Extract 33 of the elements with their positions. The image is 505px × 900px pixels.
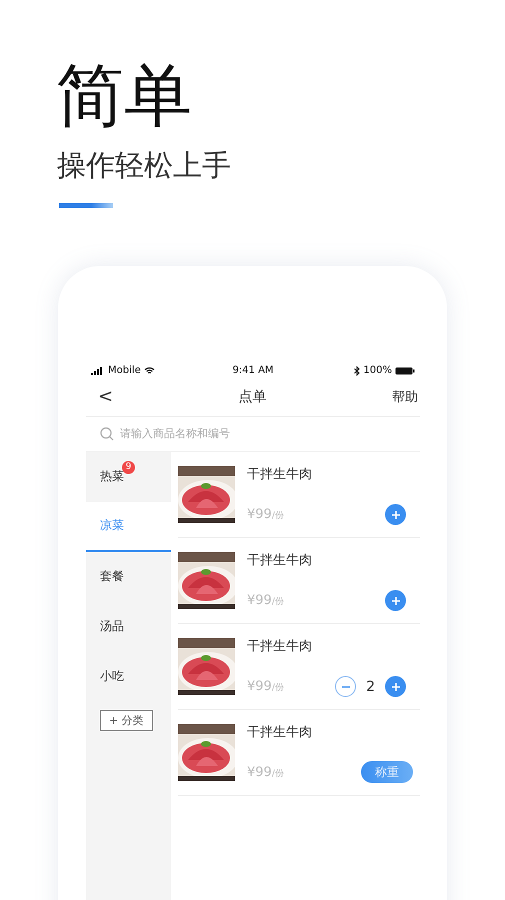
bluetooth-icon (354, 366, 360, 376)
add-category-button[interactable]: + 分类 (100, 710, 153, 731)
carrier-label: Mobile (108, 365, 141, 376)
wifi-icon (144, 366, 155, 375)
dish-name: 干拌生牛肉 (247, 552, 313, 570)
search-icon (100, 426, 114, 441)
search-field[interactable]: 请输入商品名称和编号 (120, 427, 420, 440)
count-badge: 9 (122, 460, 135, 474)
page-title: 点单 (238, 388, 267, 406)
add-button[interactable] (385, 676, 406, 698)
decrease-button[interactable] (335, 676, 356, 698)
headline: 简单 (56, 58, 193, 136)
add-button[interactable] (385, 590, 406, 612)
battery-percent: 100% (363, 365, 392, 376)
plus-icon (390, 682, 400, 692)
battery-icon (394, 366, 415, 375)
subtitle: 操作轻松上手 (57, 148, 232, 183)
quantity: 2 (366, 678, 375, 695)
signal-icon (91, 366, 105, 375)
dish-name: 干拌生牛肉 (247, 724, 313, 742)
status-time: 9:41 AM (232, 365, 274, 376)
add-button[interactable] (385, 504, 406, 526)
dish-price: ¥99/份 (247, 593, 284, 608)
back-button[interactable]: < (98, 386, 114, 408)
dish-price: ¥99/份 (247, 764, 284, 780)
dish-name: 干拌生牛肉 (247, 466, 313, 484)
dish-price: ¥99/份 (247, 679, 284, 694)
accent-bar (59, 202, 113, 208)
plus-icon (390, 596, 400, 606)
plus-icon (390, 510, 400, 520)
dish-price: ¥99/份 (247, 507, 284, 522)
dish-name: 干拌生牛肉 (247, 638, 313, 656)
help-button[interactable]: 帮助 (392, 388, 418, 406)
